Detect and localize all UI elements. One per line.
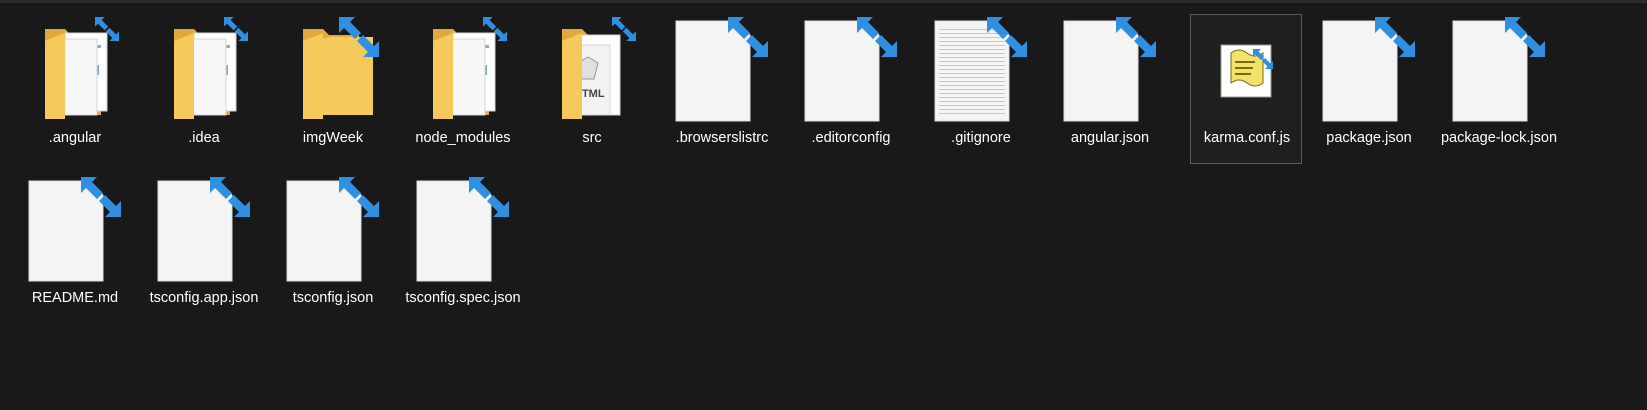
item-label: package.json — [1326, 130, 1412, 146]
item-editorconfig-file[interactable]: .editorconfig — [794, 14, 906, 164]
item-readme-file[interactable]: README.md — [18, 174, 130, 324]
compressed-arrows-icon — [483, 17, 507, 41]
item-node-modules-folder[interactable]: node_modules — [406, 14, 518, 164]
compressed-arrows-icon — [612, 17, 636, 41]
compressed-arrows-icon — [224, 17, 248, 41]
item-label: karma.conf.js — [1203, 130, 1291, 146]
item-label: src — [582, 130, 602, 146]
compressed-arrows-icon — [224, 17, 248, 41]
item-label: .angular — [48, 130, 102, 146]
compressed-arrows-icon — [469, 177, 509, 217]
folder-icon: HTML — [536, 15, 648, 125]
item-label: .browserslistrc — [675, 130, 769, 146]
compressed-arrows-icon — [210, 177, 250, 217]
item-label: imgWeek — [302, 130, 364, 146]
folder-icon — [148, 15, 260, 125]
item-label: package-lock.json — [1440, 130, 1558, 146]
compressed-arrows-icon — [1116, 17, 1156, 57]
compressed-arrows-icon — [1505, 17, 1545, 57]
compressed-arrows-icon — [987, 17, 1027, 57]
compressed-arrows-icon — [339, 17, 379, 57]
item-tsconfig-file[interactable]: tsconfig.json — [276, 174, 388, 324]
compressed-arrows-icon — [95, 17, 119, 41]
folder-icon — [277, 15, 389, 125]
text-file-icon — [925, 15, 1037, 125]
file-icon — [1443, 15, 1555, 125]
item-package-lock-file[interactable]: package-lock.json — [1441, 14, 1557, 164]
item-label: tsconfig.json — [292, 290, 374, 306]
item-tsconfig-spec-file[interactable]: tsconfig.spec.json — [405, 174, 521, 324]
item-idea-folder[interactable]: .idea — [147, 14, 259, 164]
window-top-edge — [0, 0, 1647, 3]
compressed-arrows-icon — [95, 17, 119, 41]
file-icon — [407, 175, 519, 285]
item-browserslistrc-file[interactable]: .browserslistrc — [665, 14, 777, 164]
compressed-arrows-icon — [612, 17, 636, 41]
compressed-arrows-icon — [857, 17, 897, 57]
compressed-arrows-icon — [1505, 17, 1545, 57]
script-file-icon — [1191, 15, 1303, 125]
file-icon — [1054, 15, 1166, 125]
item-label: .editorconfig — [811, 130, 891, 146]
item-angular-folder[interactable]: .angular — [18, 14, 130, 164]
file-icon — [19, 175, 131, 285]
item-label: angular.json — [1070, 130, 1150, 146]
item-label: .gitignore — [951, 130, 1011, 146]
item-package-json-file[interactable]: package.json — [1312, 14, 1424, 164]
compressed-arrows-icon — [728, 17, 768, 57]
compressed-arrows-icon — [1375, 17, 1415, 57]
item-imgweek-folder[interactable]: imgWeek — [276, 14, 388, 164]
folder-icon — [19, 15, 131, 125]
item-label: tsconfig.spec.json — [405, 290, 521, 306]
item-tsconfig-app-file[interactable]: tsconfig.app.json — [147, 174, 259, 324]
compressed-arrows-icon — [483, 17, 507, 41]
compressed-arrows-icon — [728, 17, 768, 57]
compressed-arrows-icon — [987, 17, 1027, 57]
file-icon — [666, 15, 778, 125]
row-2: README.md tsconfig.app.json tsconfig.jso… — [18, 174, 1647, 340]
item-label: tsconfig.app.json — [149, 290, 259, 306]
item-karma-conf-file[interactable]: karma.conf.js — [1190, 14, 1302, 164]
compressed-arrows-icon — [81, 177, 121, 217]
file-icon — [795, 15, 907, 125]
item-angular-json-file[interactable]: angular.json — [1053, 14, 1165, 164]
file-icon — [148, 175, 260, 285]
compressed-arrows-icon — [1116, 17, 1156, 57]
file-icon — [1313, 15, 1425, 125]
compressed-arrows-icon — [857, 17, 897, 57]
compressed-arrows-icon — [469, 177, 509, 217]
compressed-arrows-icon — [339, 17, 379, 57]
compressed-arrows-icon — [1375, 17, 1415, 57]
compressed-arrows-icon — [1253, 49, 1273, 69]
item-label: node_modules — [415, 130, 511, 146]
compressed-arrows-icon — [81, 177, 121, 217]
item-src-folder[interactable]: HTML src — [535, 14, 647, 164]
item-gitignore-file[interactable]: .gitignore — [924, 14, 1036, 164]
file-grid: .angular .idea imgWeek node_modules HTML… — [18, 14, 1647, 340]
compressed-arrows-icon — [210, 177, 250, 217]
row-1: .angular .idea imgWeek node_modules HTML… — [18, 14, 1647, 180]
compressed-arrows-icon — [339, 177, 379, 217]
compressed-arrows-icon — [1253, 49, 1273, 69]
item-label: .idea — [188, 130, 220, 146]
file-icon — [277, 175, 389, 285]
item-label: README.md — [31, 290, 119, 306]
folder-icon — [407, 15, 519, 125]
compressed-arrows-icon — [339, 177, 379, 217]
